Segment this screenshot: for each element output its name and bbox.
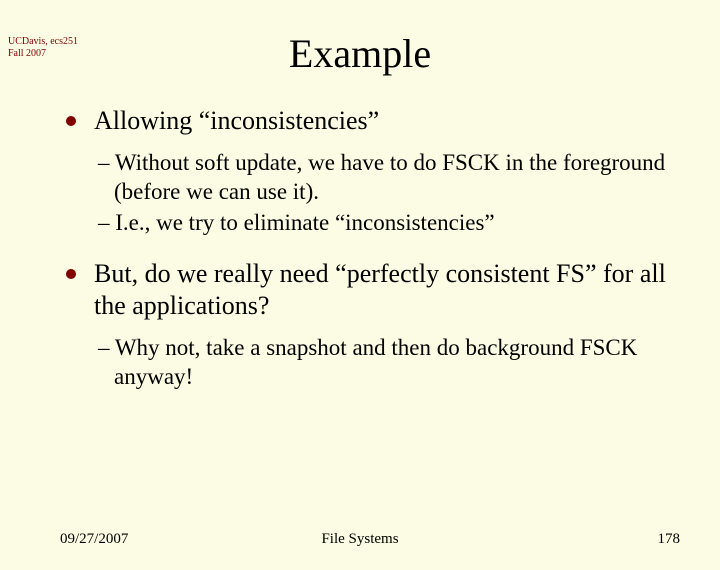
sub-bullet-item: – Why not, take a snapshot and then do b… [62,333,668,392]
bullet-item: Allowing “inconsistencies” [62,105,668,138]
term-label: Fall 2007 [8,48,78,60]
sub-bullet-item: – Without soft update, we have to do FSC… [62,148,668,207]
slide-title: Example [0,30,720,77]
bullet-text: But, do we really need “perfectly consis… [94,259,666,321]
course-code: UCDavis, ecs251 [8,36,78,48]
bullet-dot-icon [66,116,76,126]
bullet-dot-icon [66,269,76,279]
bullet-text: Allowing “inconsistencies” [94,106,379,135]
slide-body: Allowing “inconsistencies” – Without sof… [0,105,720,392]
bullet-item: But, do we really need “perfectly consis… [62,258,668,323]
sub-bullet-item: – I.e., we try to eliminate “inconsisten… [62,208,668,237]
slide-header: UCDavis, ecs251 Fall 2007 [8,36,78,59]
